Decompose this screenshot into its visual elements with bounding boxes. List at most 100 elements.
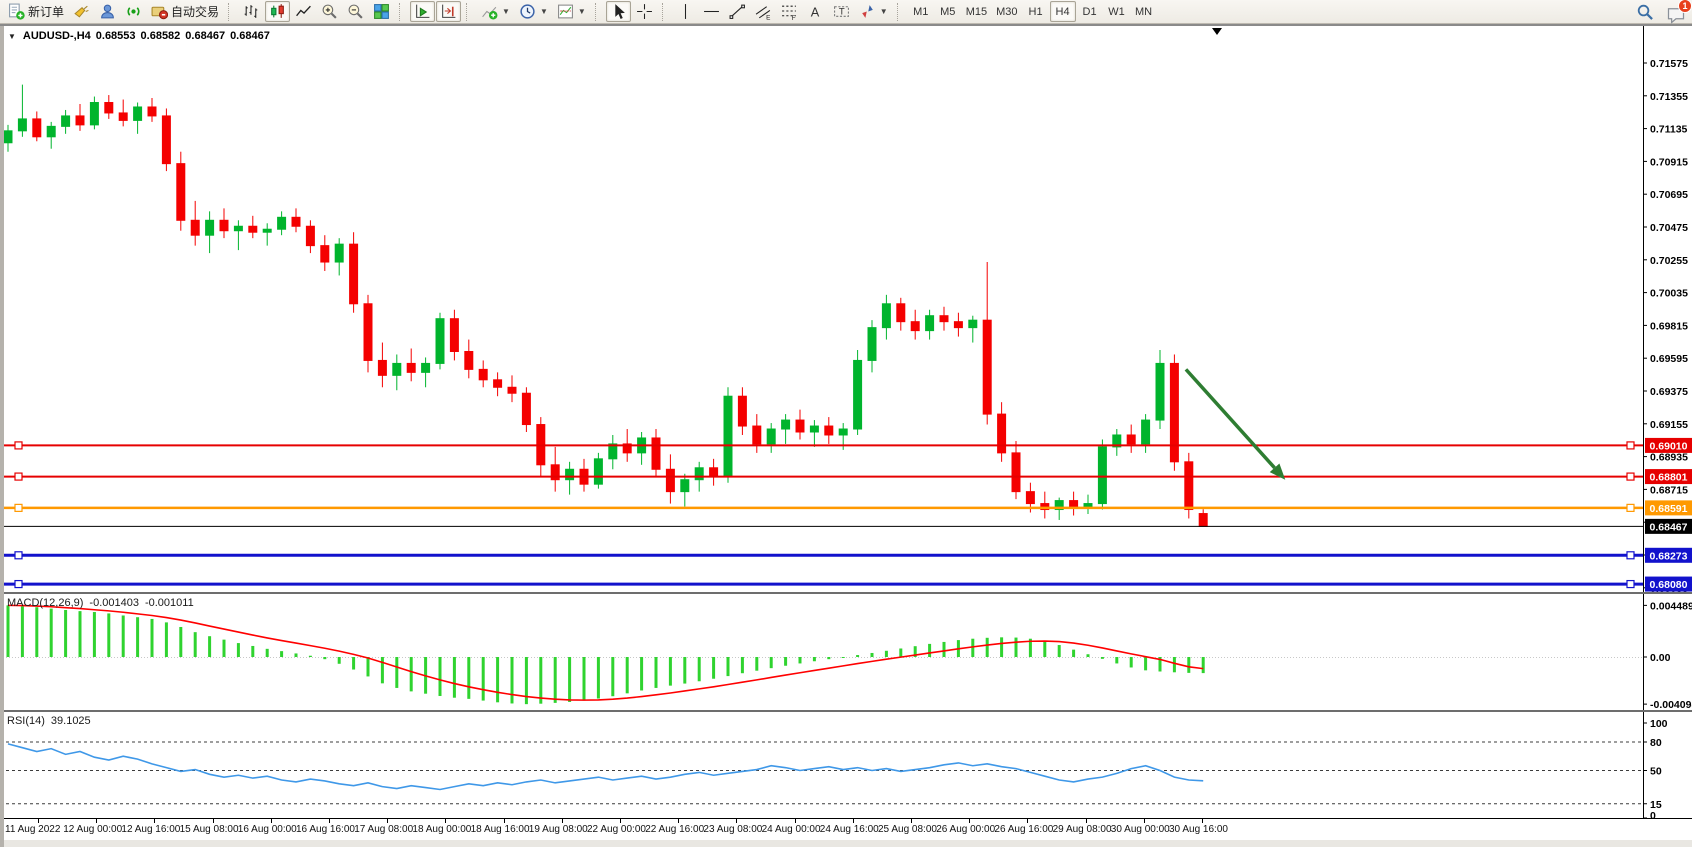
time-axis-label: 15 Aug 08:00 [180, 824, 239, 835]
rsi-tick-label: 100 [1650, 718, 1668, 730]
rsi-tick-label: 80 [1650, 737, 1662, 749]
candle [782, 414, 790, 444]
time-axis[interactable]: 11 Aug 202212 Aug 00:0012 Aug 16:0015 Au… [0, 818, 1692, 840]
pane-splitter[interactable] [0, 710, 1692, 712]
candle-body [666, 469, 674, 491]
fibonacci-tool-button[interactable]: F [777, 1, 802, 22]
macd-signal-value: -0.001011 [145, 597, 194, 609]
candle [738, 387, 746, 435]
notification-badge[interactable]: 1 [1678, 0, 1692, 13]
periods-button[interactable]: ▼ [515, 1, 552, 22]
candle [292, 208, 300, 232]
periods-dropdown-caret[interactable]: ▼ [540, 7, 548, 16]
candle-body [4, 131, 12, 143]
rsi-indicator-label: RSI(14) 39.1025 [7, 715, 91, 727]
line-handle[interactable] [15, 504, 22, 511]
text-tool-button[interactable]: A [803, 1, 828, 22]
candle-body [998, 414, 1006, 453]
macd-histogram-bar [928, 644, 931, 657]
tile-windows-button[interactable] [369, 1, 394, 22]
candle [220, 208, 228, 238]
candle [134, 103, 142, 134]
line-chart-button[interactable] [291, 1, 316, 22]
macd-histogram-bar [1087, 654, 1090, 657]
trendline-tool-button[interactable] [725, 1, 750, 22]
timeframe-H4[interactable]: H4 [1050, 1, 1076, 22]
chart-shift-button[interactable] [436, 1, 461, 22]
price-tick-label: 0.70475 [1650, 222, 1688, 234]
indicators-dropdown-caret[interactable]: ▼ [502, 7, 510, 16]
indicators-button[interactable]: ▼ [477, 1, 514, 22]
signal-button[interactable] [121, 1, 146, 22]
channel-tool-button[interactable]: E [751, 1, 776, 22]
trend-arrow-shaft[interactable] [1186, 369, 1275, 467]
arrows-tool-button[interactable]: ▼ [855, 1, 892, 22]
chart-symbol: AUDUSD-,H4 [23, 30, 91, 42]
candlestick-chart-button[interactable] [265, 1, 290, 22]
candle [1113, 429, 1121, 456]
alerts-button[interactable] [69, 1, 94, 22]
bar-chart-icon [243, 3, 260, 20]
line-handle[interactable] [15, 442, 22, 449]
templates-button[interactable]: ▼ [553, 1, 590, 22]
zoom-in-button[interactable] [317, 1, 342, 22]
timeframe-M30[interactable]: M30 [992, 1, 1021, 22]
auto-scroll-icon [414, 3, 431, 20]
chat-button[interactable]: 1 [1666, 1, 1688, 23]
timeframe-H1[interactable]: H1 [1023, 1, 1049, 22]
candle [335, 238, 343, 275]
candle-body [33, 119, 41, 137]
vertical-line-tool-button[interactable] [673, 1, 698, 22]
line-handle[interactable] [1627, 552, 1634, 559]
macd-histogram-bar [93, 612, 96, 657]
time-axis-tick [1086, 819, 1087, 823]
search-button[interactable] [1632, 2, 1658, 23]
candle-body [566, 469, 574, 479]
chart-shift-marker[interactable] [1212, 28, 1222, 35]
time-axis-label: 25 Aug 08:00 [878, 824, 937, 835]
candle [393, 354, 401, 390]
timeframe-MN[interactable]: MN [1131, 1, 1157, 22]
candle-body [839, 429, 847, 435]
candle [465, 340, 473, 379]
line-handle[interactable] [15, 552, 22, 559]
candle [162, 108, 170, 171]
auto-scroll-button[interactable] [410, 1, 435, 22]
line-handle[interactable] [1627, 581, 1634, 588]
timeframe-D1[interactable]: D1 [1077, 1, 1103, 22]
one-click-trading-collapse-icon[interactable]: ▼ [8, 32, 16, 41]
cursor-button[interactable] [606, 1, 631, 22]
line-handle[interactable] [15, 581, 22, 588]
crosshair-button[interactable] [632, 1, 657, 22]
line-handle[interactable] [15, 473, 22, 480]
text-label-tool-button[interactable]: T [829, 1, 854, 22]
expert-advisor-button[interactable] [95, 1, 120, 22]
timeframe-M1[interactable]: M1 [908, 1, 934, 22]
price-tick-label: 0.69815 [1650, 320, 1688, 332]
timeframe-W1[interactable]: W1 [1104, 1, 1130, 22]
candle-body [868, 328, 876, 361]
candle-body [335, 244, 343, 262]
timeframe-M15[interactable]: M15 [962, 1, 991, 22]
line-handle[interactable] [1627, 442, 1634, 449]
time-axis-label: 17 Aug 08:00 [354, 824, 413, 835]
line-handle[interactable] [1627, 504, 1634, 511]
ohlc-low: 0.68467 [185, 30, 225, 42]
candle [18, 85, 26, 137]
timeframe-M5[interactable]: M5 [935, 1, 961, 22]
candle-body [364, 304, 372, 361]
bar-chart-button[interactable] [239, 1, 264, 22]
auto-trading-button[interactable]: 自动交易 [147, 1, 223, 22]
time-axis-label: 16 Aug 16:00 [296, 824, 355, 835]
pane-splitter[interactable] [0, 592, 1692, 594]
window-left-edge [0, 26, 4, 847]
macd-histogram-bar [208, 636, 211, 657]
zoom-out-button[interactable] [343, 1, 368, 22]
time-axis-tick [96, 819, 97, 823]
new-order-button[interactable]: 新订单 [4, 1, 68, 22]
arrows-dropdown-caret[interactable]: ▼ [880, 7, 888, 16]
time-axis-label: 12 Aug 16:00 [121, 824, 180, 835]
line-handle[interactable] [1627, 473, 1634, 480]
horizontal-line-tool-button[interactable] [699, 1, 724, 22]
templates-dropdown-caret[interactable]: ▼ [578, 7, 586, 16]
